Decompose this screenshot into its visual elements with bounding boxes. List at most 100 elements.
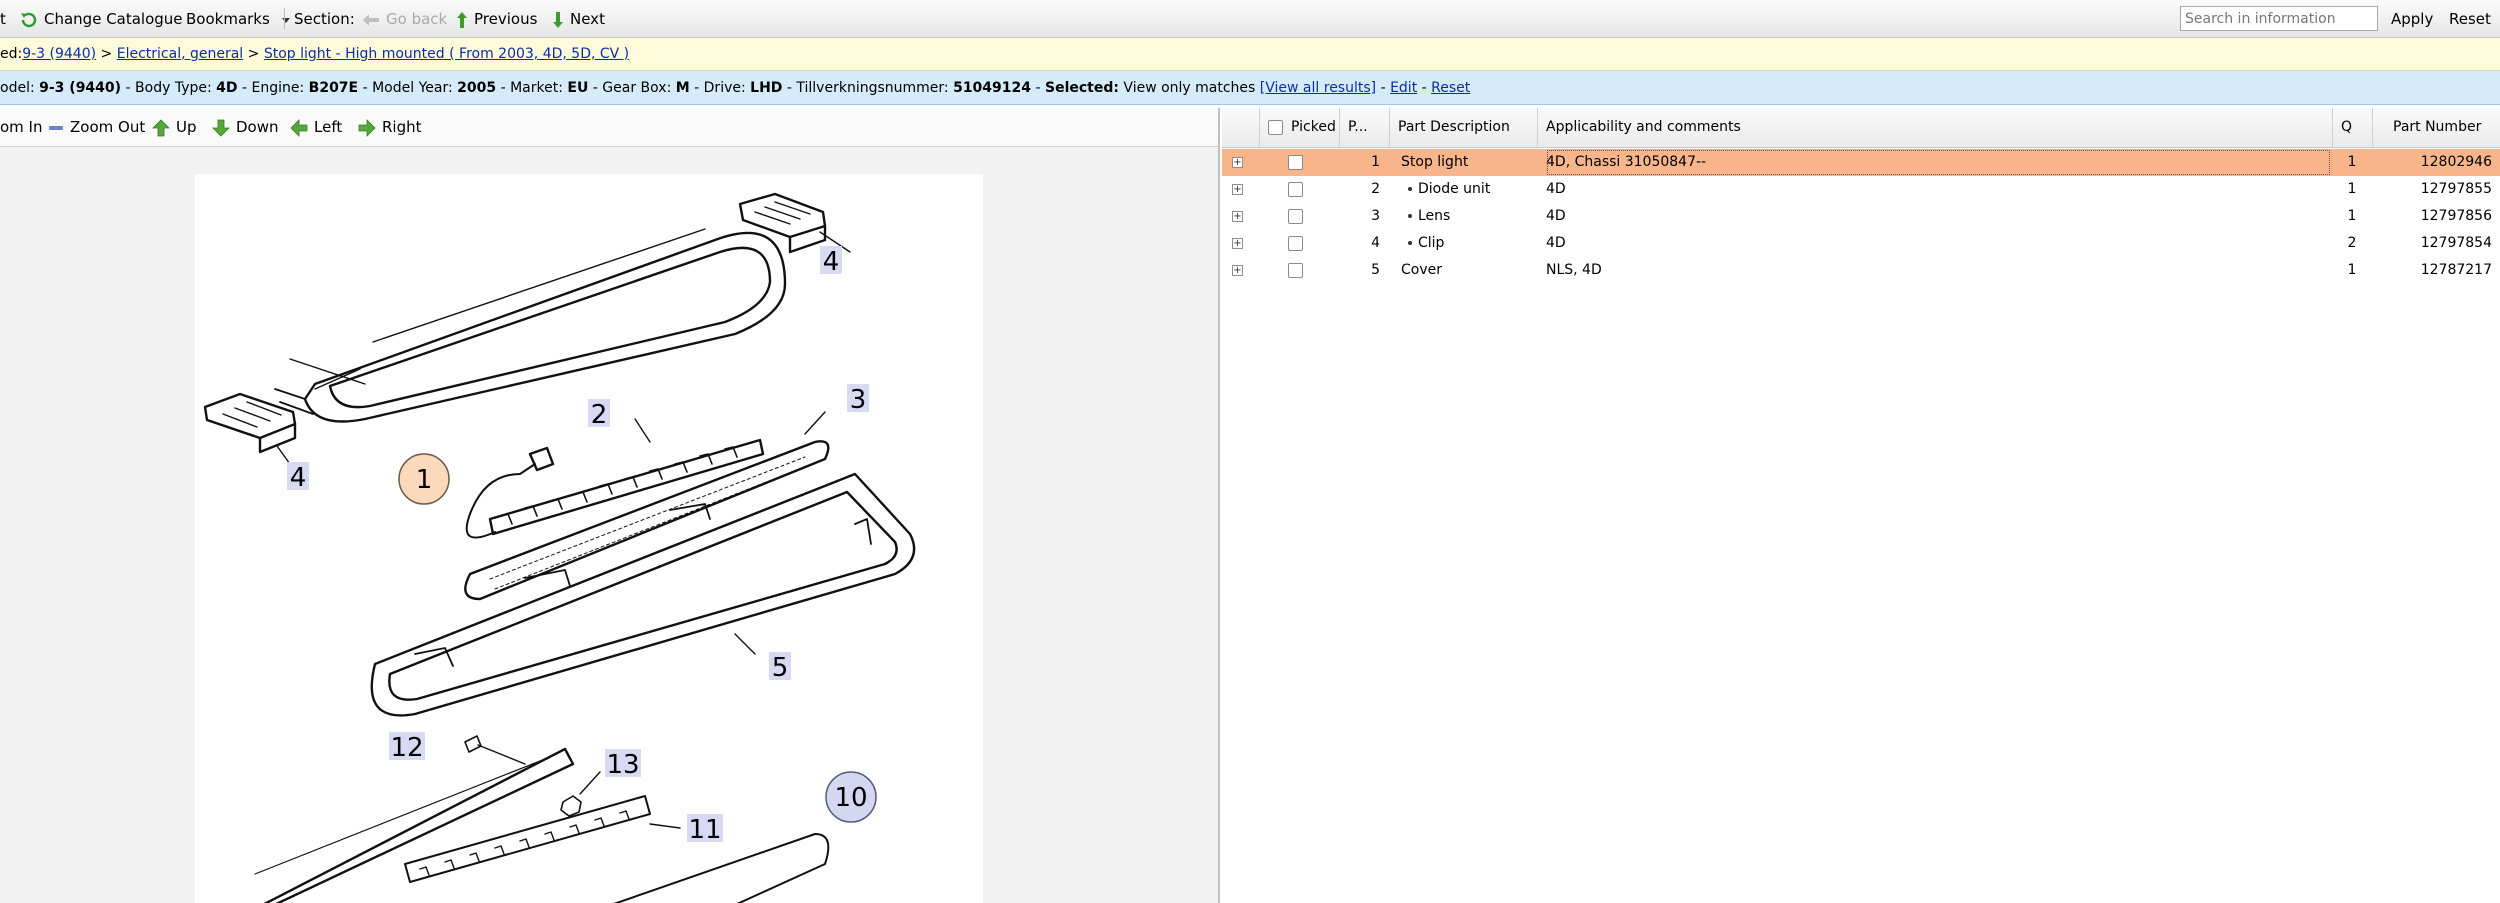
zoom-in-button[interactable]: om In xyxy=(0,108,43,146)
main-toolbar: t Change Catalogue Bookmarks Section: Go… xyxy=(0,0,2500,38)
reset-link[interactable]: Reset xyxy=(1431,80,1470,96)
toolbar-divider xyxy=(284,8,285,30)
callout-11: 11 xyxy=(688,815,721,845)
pan-up-label: Up xyxy=(176,118,197,136)
picked-column-header[interactable]: Picked xyxy=(1260,108,1340,147)
clip-right-drawing xyxy=(738,192,851,254)
change-catalogue-button[interactable]: Change Catalogue xyxy=(20,0,183,38)
model-year-label: Model Year: xyxy=(372,80,453,96)
description-cell: Cover xyxy=(1401,257,1442,284)
body-type-value: 4D xyxy=(216,80,238,96)
breadcrumb-item-model[interactable]: 9-3 (9440) xyxy=(22,46,96,62)
quantity-cell: 1 xyxy=(2347,262,2357,278)
previous-button[interactable]: Previous xyxy=(456,0,537,38)
pan-left-button[interactable]: Left xyxy=(290,108,342,146)
applicability-cell: NLS, 4D xyxy=(1546,262,1602,278)
pan-right-button[interactable]: Right xyxy=(358,108,422,146)
next-label: Next xyxy=(570,10,605,28)
applicability-cell: 4D xyxy=(1546,181,1566,197)
position-cell: 1 xyxy=(1371,154,1380,170)
arrow-left-icon xyxy=(290,118,308,137)
pan-left-label: Left xyxy=(314,118,343,136)
bookmarks-menu[interactable]: Bookmarks xyxy=(186,0,291,38)
table-row[interactable]: +2 Diode unit 4D 1 12797855 xyxy=(1222,176,2500,203)
quantity-cell: 1 xyxy=(2347,208,2357,224)
position-column-header[interactable]: P... xyxy=(1340,108,1390,147)
expand-row-icon[interactable]: + xyxy=(1232,265,1243,276)
separator: - xyxy=(1380,80,1386,96)
selected-label: Selected: xyxy=(1044,80,1119,96)
pan-right-label: Right xyxy=(382,118,422,136)
child-bullet-icon xyxy=(1408,214,1412,218)
search-input[interactable] xyxy=(2180,6,2378,31)
pan-up-button[interactable]: Up xyxy=(152,108,197,146)
table-row[interactable]: +3 Lens 4D 1 12797856 xyxy=(1222,203,2500,230)
go-back-button[interactable]: Go back xyxy=(362,0,447,38)
bookmarks-label: Bookmarks xyxy=(186,10,270,28)
quantity-column-header[interactable]: Q xyxy=(2333,108,2373,147)
expand-row-icon[interactable]: + xyxy=(1232,238,1243,249)
part-number-column-header[interactable]: Part Number xyxy=(2373,108,2500,147)
table-row[interactable]: +1 Stop light 4D, Chassi 31050847-- 1 128029… xyxy=(1222,149,2500,176)
table-row[interactable]: +5 Cover NLS, 4D 1 12787217 xyxy=(1222,257,2500,284)
applicability-cell: 4D xyxy=(1546,235,1566,251)
expand-column-header xyxy=(1222,108,1260,147)
picked-checkbox[interactable] xyxy=(1288,209,1303,224)
expand-row-icon[interactable]: + xyxy=(1232,211,1243,222)
callout-5: 5 xyxy=(772,653,789,683)
breadcrumb-separator: > xyxy=(247,46,260,62)
separator: - xyxy=(241,80,248,96)
separator: - xyxy=(592,80,598,96)
description-column-header[interactable]: Part Description xyxy=(1390,108,1538,147)
diagram-toolbar: om In Zoom Out Up Down Left Right xyxy=(0,108,1218,147)
toolbar-cut-item[interactable]: t xyxy=(0,0,6,38)
breadcrumb-item-group[interactable]: Electrical, general xyxy=(117,46,243,62)
reset-button[interactable]: Reset xyxy=(2449,0,2491,38)
position-cell: 4 xyxy=(1371,235,1380,251)
expand-row-icon[interactable]: + xyxy=(1232,157,1243,168)
callout-4-left: 4 xyxy=(290,463,307,493)
market-label: Market: xyxy=(510,80,563,96)
picked-checkbox[interactable] xyxy=(1288,182,1303,197)
description-cell: Diode unit xyxy=(1408,176,1490,203)
callout-2: 2 xyxy=(591,400,608,430)
picked-checkbox[interactable] xyxy=(1288,155,1303,170)
parts-diagram[interactable]: 1 2 3 4 4 5 10 11 12 13 xyxy=(195,174,983,903)
applicability-cell: 4D, Chassi 31050847-- xyxy=(1546,149,2331,176)
next-button[interactable]: Next xyxy=(552,0,605,38)
applicability-column-header[interactable]: Applicability and comments xyxy=(1538,108,2333,147)
edit-link[interactable]: Edit xyxy=(1390,80,1417,96)
lower-assembly-drawing xyxy=(254,735,830,903)
go-back-label: Go back xyxy=(386,10,448,28)
expand-row-icon[interactable]: + xyxy=(1232,184,1243,195)
model-label: odel: xyxy=(0,80,35,96)
description-text: Lens xyxy=(1418,208,1451,224)
child-bullet-icon xyxy=(1408,187,1412,191)
callout-3: 3 xyxy=(850,385,867,415)
dropdown-arrow-icon xyxy=(281,17,290,23)
drive-label: Drive: xyxy=(703,80,746,96)
description-cell: Lens xyxy=(1408,203,1450,230)
callout-10: 10 xyxy=(834,783,867,813)
separator: - xyxy=(500,80,506,96)
breadcrumb-prefix: ed: xyxy=(0,46,23,62)
breadcrumb: ed:9-3 (9440) > Electrical, general > St… xyxy=(0,38,2500,71)
drive-value: LHD xyxy=(750,80,783,96)
separator: - xyxy=(1421,80,1427,96)
apply-button[interactable]: Apply xyxy=(2391,0,2433,38)
description-text: Diode unit xyxy=(1418,181,1491,197)
separator: - xyxy=(694,80,700,96)
description-text: Stop light xyxy=(1401,154,1469,170)
separator: - xyxy=(1035,80,1041,96)
view-all-results-link[interactable]: [View all results] xyxy=(1260,80,1376,96)
breadcrumb-item-section[interactable]: Stop light - High mounted ( From 2003, 4… xyxy=(264,46,629,62)
callout-1: 1 xyxy=(416,465,433,495)
table-row[interactable]: +4 Clip 4D 2 12797854 xyxy=(1222,230,2500,257)
previous-label: Previous xyxy=(474,10,538,28)
part-number-cell: 12797856 xyxy=(2420,208,2492,224)
zoom-out-button[interactable]: Zoom Out xyxy=(48,108,145,146)
select-all-checkbox[interactable] xyxy=(1268,120,1283,135)
pan-down-button[interactable]: Down xyxy=(212,108,279,146)
picked-checkbox[interactable] xyxy=(1288,263,1303,278)
picked-checkbox[interactable] xyxy=(1288,236,1303,251)
